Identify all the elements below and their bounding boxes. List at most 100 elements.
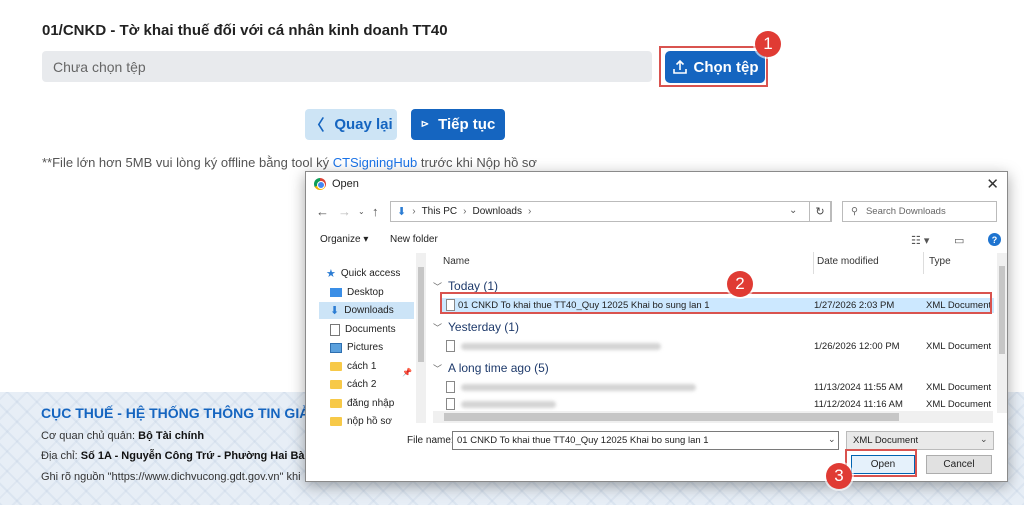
document-icon [330,323,340,336]
address-row: ← → ⌄ ↑ ⬇ › This PC › Downloads › ⌄ ↻ ⚲ … [306,200,1007,224]
new-folder-button[interactable]: New folder [390,234,438,245]
xml-file-icon [446,381,455,393]
back-label: Quay lại [334,116,393,133]
address-bar[interactable]: ⬇ › This PC › Downloads › [390,201,832,222]
file-date: 11/12/2024 11:16 AM [814,399,903,410]
star-icon: ★ [326,268,336,280]
nav-label: Pictures [347,342,384,353]
note-suffix: trước khi Nộp hồ sơ [420,155,537,170]
file-type: XML Document [926,399,992,410]
column-name[interactable]: Name [443,256,470,267]
file-type: XML Document [926,382,992,393]
view-options-icon[interactable]: ☷ ▾ [911,234,929,247]
nav-folder-cach2[interactable]: cách 2 [330,376,376,393]
next-label: Tiếp tục [438,116,496,133]
chrome-icon [314,178,326,190]
agency-label: Cơ quan chủ quản: [41,430,136,442]
cancel-button[interactable]: Cancel [926,455,992,474]
next-button[interactable]: ⊳ Tiếp tục [411,109,505,140]
open-file-dialog: Open ✕ ← → ⌄ ↑ ⬇ › This PC › Downloads ›… [305,171,1008,482]
chevron-down-icon[interactable]: ⌄ [980,434,988,445]
recent-dropdown-icon[interactable]: ⌄ [358,207,365,216]
page: 01/CNKD - Tờ khai thuế đối với cá nhân k… [0,0,1024,505]
nav-folder-dang-nhap[interactable]: đăng nhập [330,395,394,412]
refresh-icon: ↻ [815,206,825,218]
file-name-label: File name: [407,435,454,446]
folder-icon [330,399,342,408]
redacted-filename [461,343,661,350]
nav-label: cách 1 [347,361,377,372]
file-display-field[interactable]: Chưa chọn tệp [42,51,652,82]
close-icon[interactable]: ✕ [986,175,999,193]
file-row[interactable]: 1/26/2026 12:00 PM XML Document [441,339,994,354]
column-type[interactable]: Type [929,256,951,267]
up-arrow-icon[interactable]: ↑ [372,204,379,219]
step-badge-2: 2 [727,271,753,297]
forward-arrow-icon[interactable]: → [338,204,351,219]
form-title: 01/CNKD - Tờ khai thuế đối với cá nhân k… [42,22,448,39]
nav-label: Desktop [347,287,384,298]
redacted-filename [461,384,696,391]
footer-source: Ghi rõ nguồn "https://www.dichvucong.gdt… [41,471,301,483]
download-icon: ⬇ [330,305,340,317]
refresh-button[interactable]: ↻ [809,201,831,222]
dialog-toolbar: Organize ▾ New folder ☷ ▾ ▭ ? [306,231,1007,251]
chevron-down-icon[interactable]: ⌄ [828,434,836,445]
nav-pictures[interactable]: Pictures [330,339,383,356]
file-list-vscroll-thumb[interactable] [999,266,1005,354]
nav-downloads[interactable]: ⬇ Downloads [319,302,414,319]
path-this-pc[interactable]: This PC [422,206,458,217]
help-icon[interactable]: ? [988,233,1001,246]
nav-desktop[interactable]: Desktop [330,284,384,301]
file-row[interactable]: 11/12/2024 11:16 AM XML Document [441,397,994,412]
dialog-title: Open [332,178,359,190]
organize-menu[interactable]: Organize ▾ [320,234,368,245]
chevron-down-icon: ﹀ [433,322,443,333]
file-size-note: **File lớn hơn 5MB vui lòng ký offline b… [42,155,537,170]
path-downloads[interactable]: Downloads [472,206,521,217]
file-row[interactable]: 11/13/2024 11:55 AM XML Document [441,380,994,395]
search-icon: ⚲ [851,206,858,217]
address-value: Số 1A - Nguyễn Công Trứ - Phường Hai Bà … [80,450,318,462]
column-divider [813,252,814,274]
path-sep-icon: › [463,206,467,217]
dialog-titlebar: Open ✕ [306,172,1007,196]
nav-label: nộp hồ sơ [347,416,392,426]
file-date: 1/26/2026 12:00 PM [814,341,900,352]
preview-pane-icon[interactable]: ▭ [954,234,964,247]
chevron-down-icon: ﹀ [433,363,443,374]
search-placeholder: Search Downloads [865,206,946,217]
group-today[interactable]: ﹀ Today (1) [433,279,498,293]
address-dropdown-icon[interactable]: ⌄ [789,205,797,216]
nav-quick-access[interactable]: ★ Quick access [326,265,400,282]
nav-label: Documents [345,324,396,335]
desktop-icon [330,288,342,297]
download-folder-icon: ⬇ [397,206,407,218]
group-yesterday[interactable]: ﹀ Yesterday (1) [433,320,519,334]
group-label: A long time ago (5) [448,361,549,375]
file-list-hscroll-thumb[interactable] [444,413,899,421]
path-sep-icon: › [412,206,416,217]
organize-label: Organize [320,234,361,245]
file-name-input[interactable]: 01 CNKD To khai thue TT40_Quy 12025 Khai… [452,431,839,450]
nav-scroll-thumb[interactable] [418,267,424,362]
search-input[interactable]: ⚲ Search Downloads [842,201,997,222]
nav-folder-nop-ho-so[interactable]: nộp hồ sơ [330,413,392,426]
back-arrow-icon[interactable]: ← [316,204,329,219]
footer-address: Địa chỉ: Số 1A - Nguyễn Công Trứ - Phườn… [41,450,318,462]
nav-documents[interactable]: Documents [330,321,396,338]
step-badge-3: 3 [826,463,852,489]
xml-file-icon [446,398,455,410]
file-type-select[interactable]: XML Document [846,431,994,450]
note-prefix: **File lớn hơn 5MB vui lòng ký offline b… [42,155,330,170]
nav-folder-cach1[interactable]: cách 1 [330,358,376,375]
back-button[interactable]: 〈 Quay lại [305,109,397,140]
ctsigninghub-link[interactable]: CTSigningHub [333,155,418,170]
group-long-ago[interactable]: ﹀ A long time ago (5) [433,361,549,375]
column-date[interactable]: Date modified [817,256,879,267]
chevron-left-icon: 〈 [309,117,325,134]
path-sep-icon: › [527,206,532,217]
folder-icon [330,380,342,389]
group-label: Today (1) [448,279,499,293]
redacted-filename [461,401,556,408]
